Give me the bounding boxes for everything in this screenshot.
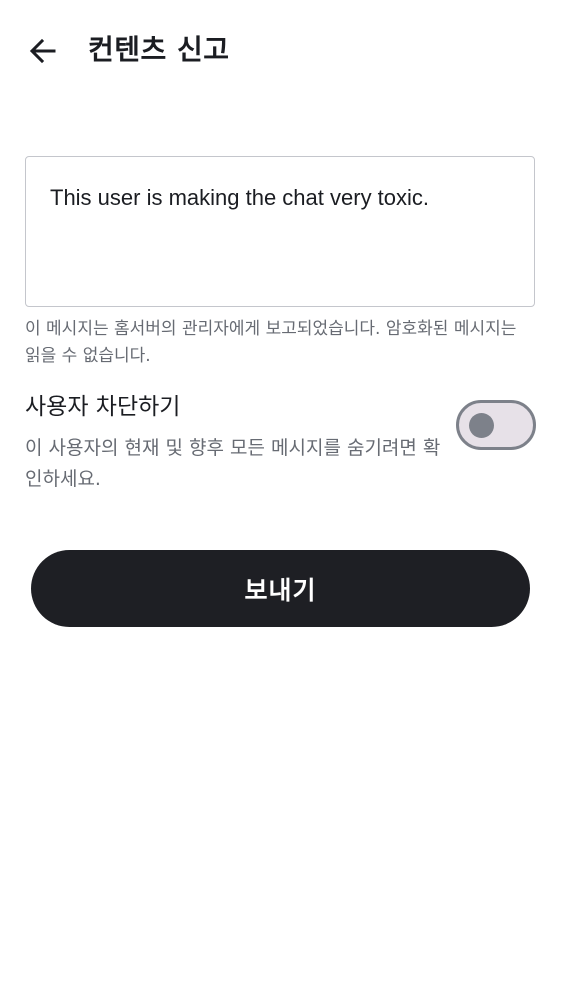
arrow-left-icon	[29, 38, 56, 64]
page-title: 컨텐츠 신고	[88, 33, 230, 66]
block-user-description: 이 사용자의 현재 및 향후 모든 메시지를 숨기려면 확인하세요.	[25, 437, 441, 490]
block-user-title: 사용자 차단하기	[25, 394, 181, 420]
report-reason-input[interactable]: This user is making the chat very toxic.	[25, 156, 535, 307]
block-user-switch[interactable]	[456, 400, 536, 450]
back-button[interactable]	[22, 30, 64, 72]
switch-thumb	[469, 413, 494, 438]
report-helper-text: 이 메시지는 홈서버의 관리자에게 보고되었습니다. 암호화된 메시지는 읽을 …	[25, 319, 517, 366]
send-button[interactable]: 보내기	[31, 550, 530, 627]
app-bar: 컨텐츠 신고	[0, 0, 562, 100]
